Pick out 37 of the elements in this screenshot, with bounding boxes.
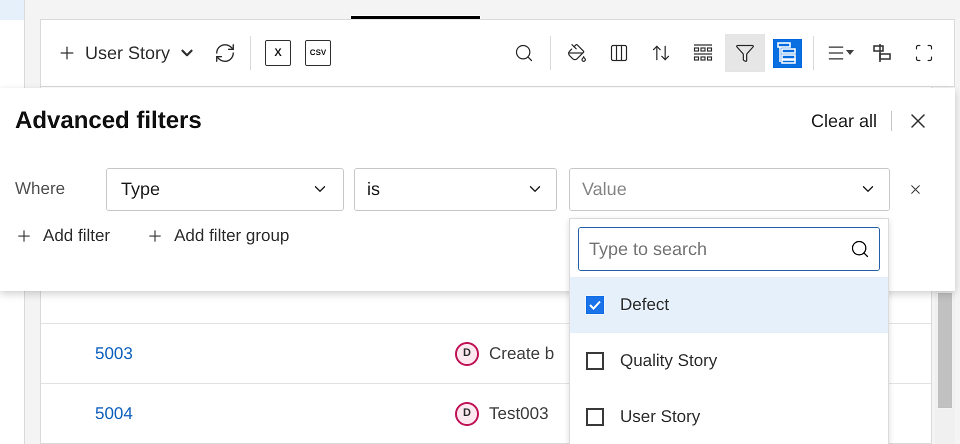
item-id-link[interactable]: 5003 [95, 340, 455, 366]
checkbox[interactable] [586, 408, 604, 426]
type-badge: D [455, 402, 479, 426]
checkbox[interactable] [586, 352, 604, 370]
tree-list-icon [777, 42, 797, 64]
operator-select[interactable]: is [354, 168, 557, 210]
option-item[interactable]: User Story [570, 389, 888, 444]
filter-tool-button[interactable] [725, 34, 765, 72]
new-item-button[interactable]: User Story [57, 40, 196, 66]
align-icon [872, 43, 892, 63]
csv-export-button[interactable]: CSV [305, 40, 332, 66]
item-id-link[interactable]: 5004 [95, 400, 455, 426]
fullscreen-icon [914, 43, 934, 63]
scrollbar-thumb[interactable] [938, 293, 952, 408]
filter-icon [735, 43, 755, 63]
search-icon [850, 239, 870, 259]
option-item[interactable]: Quality Story [570, 333, 888, 389]
checkbox[interactable] [586, 296, 604, 314]
search-field[interactable]: Type to search [578, 227, 880, 271]
add-filter-group-button[interactable]: Add filter group [146, 223, 290, 248]
refresh-button[interactable] [214, 42, 236, 64]
search-icon [514, 43, 534, 63]
add-filter-button[interactable]: Add filter [15, 223, 110, 248]
clear-all-button[interactable]: Clear all [810, 108, 877, 134]
paint-bucket-icon [567, 43, 587, 63]
field-select[interactable]: Type [106, 168, 344, 210]
item-title: Test003 [489, 402, 549, 425]
value-select[interactable]: Value [569, 168, 890, 210]
where-label: Where [15, 178, 66, 200]
option-item[interactable]: Defect [570, 277, 888, 333]
sort-icon [651, 43, 671, 63]
grid-icon [693, 43, 713, 63]
columns-icon [609, 43, 629, 63]
item-title: Create b [489, 342, 554, 365]
panel-title: Advanced filters [15, 106, 202, 136]
excel-export-button[interactable]: X [265, 40, 292, 66]
type-badge: D [455, 342, 479, 366]
